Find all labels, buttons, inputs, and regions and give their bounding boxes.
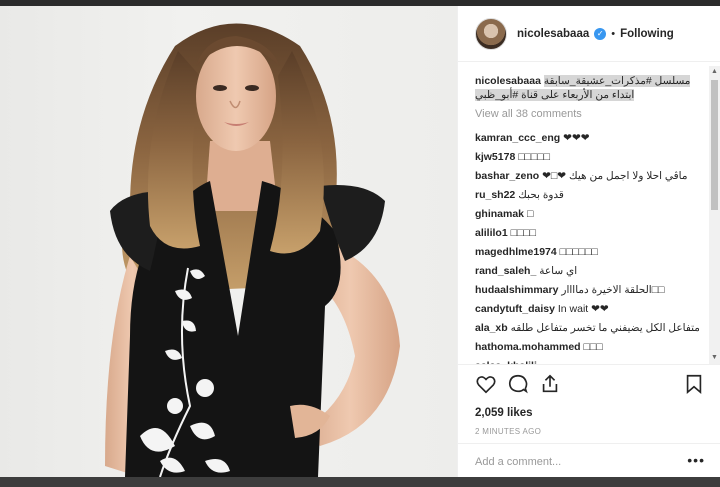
comment-username[interactable]: alililo1 — [475, 227, 508, 239]
heart-icon[interactable] — [475, 373, 497, 395]
comment-row: rand_saleh_ اي ساعة — [475, 262, 710, 281]
comment-row: candytuft_daisy In wait ❤❤ — [475, 300, 710, 319]
comment-username[interactable]: kjw5178 — [475, 151, 515, 163]
header-username[interactable]: nicolesabaaa — [517, 28, 589, 40]
post-actions: 2,059 likes 2 MINUTES AGO Add a comment.… — [458, 364, 720, 477]
add-comment-input[interactable]: Add a comment... — [475, 456, 561, 468]
profile-avatar[interactable] — [475, 17, 507, 50]
comment-row: ghinamak □ — [475, 205, 710, 224]
comment-username[interactable]: hathoma.mohammed — [475, 341, 581, 353]
more-options-button[interactable]: ••• — [687, 452, 705, 468]
scroll-up-arrow-icon[interactable]: ▲ — [711, 68, 718, 76]
comment-username[interactable]: hudaalshimmary — [475, 284, 558, 296]
comments-scrollbar[interactable]: ▲ ▼ — [709, 66, 720, 364]
comment-row: magedhlme1974 □□□□□□ — [475, 243, 710, 262]
comment-username[interactable]: candytuft_daisy — [475, 303, 555, 315]
comment-row: ala_xb متفاعل الكل يضيفني ما تخسر متفاعل… — [475, 319, 710, 338]
post-details-panel: nicolesabaaa ✓ • Following nicolesabaaa … — [457, 6, 720, 477]
likes-count[interactable]: 2,059 likes — [475, 407, 533, 419]
comment-row: hudaalshimmary الحلقة الاخيرة دماااار□□ — [475, 281, 710, 300]
comment-icon[interactable] — [507, 373, 529, 395]
comment-text: اي ساعة — [539, 265, 578, 277]
comment-text: □□□□□□ — [559, 246, 598, 258]
comment-username[interactable]: rand_saleh_ — [475, 265, 536, 277]
post-timestamp: 2 MINUTES AGO — [475, 427, 542, 436]
following-button[interactable]: Following — [620, 28, 674, 40]
woman-portrait-image — [105, 23, 400, 477]
post-caption: nicolesabaaa مسلسل #مذكرات_عشيقة_سابقة ا… — [475, 74, 710, 102]
comment-row: alililo1 □□□□ — [475, 224, 710, 243]
verified-badge-icon: ✓ — [594, 27, 607, 40]
comment-text: ❤□❤ ماڤي احلا ولا اجمل من هيك — [542, 170, 688, 182]
share-icon[interactable] — [539, 373, 561, 395]
comment-text: قدوة بحبك — [518, 189, 564, 201]
comment-text: □□□□ — [510, 227, 536, 239]
comment-text: □ — [526, 208, 534, 220]
comment-text: ❤❤❤ — [563, 132, 590, 144]
header-separator: • — [611, 27, 616, 40]
comment-row: kjw5178 □□□□□ — [475, 148, 710, 167]
action-icons — [475, 373, 561, 397]
comment-row: kamran_ccc_eng ❤❤❤ — [475, 129, 710, 148]
comment-row: aalaa_khalili ... — [475, 357, 710, 364]
comment-username[interactable]: magedhlme1974 — [475, 246, 557, 258]
comment-username[interactable]: ghinamak — [475, 208, 524, 220]
comment-text: In wait ❤❤ — [557, 303, 609, 315]
instagram-post-window: nicolesabaaa ✓ • Following nicolesabaaa … — [0, 0, 720, 487]
comment-rows: kamran_ccc_eng ❤❤❤ kjw5178 □□□□□ bashar_ze… — [475, 129, 710, 364]
bottom-edge — [0, 477, 720, 487]
comment-text: متفاعل الكل يضيفني ما تخسر متفاعل طلقه — [510, 322, 700, 334]
bookmark-icon[interactable] — [683, 373, 705, 395]
comment-row: hathoma.mohammed □□□ — [475, 338, 710, 357]
comments-list: nicolesabaaa مسلسل #مذكرات_عشيقة_سابقة ا… — [458, 66, 710, 364]
comment-username[interactable]: bashar_zeno — [475, 170, 539, 182]
comment-row: bashar_zeno ❤□❤ ماڤي احلا ولا اجمل من هي… — [475, 167, 710, 186]
comment-text: الحلقة الاخيرة دماااار□□ — [561, 284, 665, 296]
caption-username[interactable]: nicolesabaaa — [475, 75, 541, 87]
view-all-comments-link[interactable]: View all 38 comments — [475, 108, 710, 120]
scrollbar-thumb[interactable] — [711, 80, 718, 210]
comment-username[interactable]: ru_sh22 — [475, 189, 515, 201]
comment-row: ru_sh22 قدوة بحبك — [475, 186, 710, 205]
comment-text: □□□ — [583, 341, 603, 353]
add-comment-bar: Add a comment... ••• — [458, 443, 720, 478]
post-photo[interactable] — [0, 6, 457, 477]
comment-username[interactable]: kamran_ccc_eng — [475, 132, 560, 144]
comment-text: □□□□□ — [518, 151, 550, 163]
post-header: nicolesabaaa ✓ • Following — [458, 6, 720, 62]
comment-username[interactable]: ala_xb — [475, 322, 508, 334]
scroll-down-arrow-icon[interactable]: ▼ — [711, 354, 718, 362]
